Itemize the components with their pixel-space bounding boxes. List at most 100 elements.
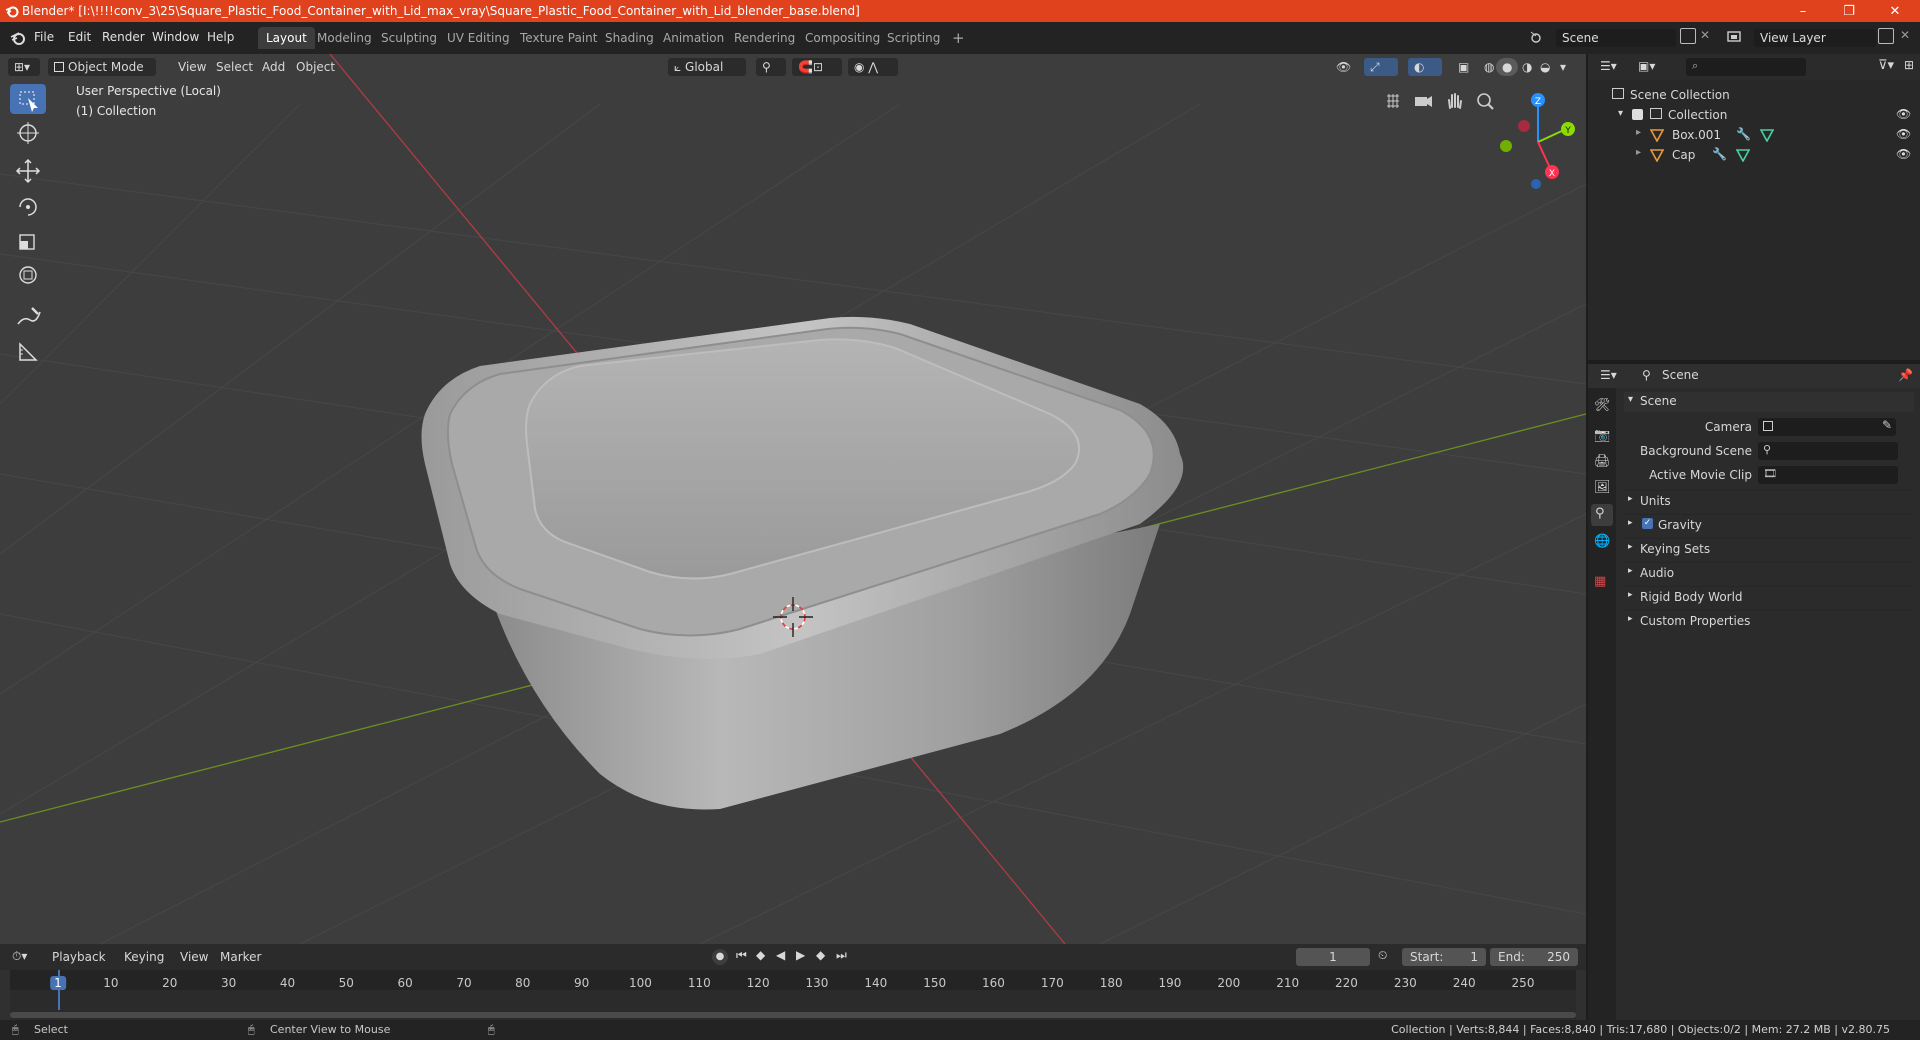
record-button[interactable]: ● — [712, 949, 728, 965]
tool-tab-icon[interactable]: 🛠 — [1594, 398, 1611, 413]
jump-to-keyframe-back-button[interactable]: ◆ — [756, 948, 765, 962]
pan-view-button[interactable] — [1441, 88, 1467, 114]
tab-layout[interactable]: Layout — [258, 27, 315, 49]
pivot-dropdown[interactable]: ⚲ — [756, 58, 786, 76]
mode-dropdown[interactable]: Object Mode — [48, 58, 156, 76]
output-tab-icon[interactable]: 🖨 — [1594, 454, 1611, 469]
new-scene-icon[interactable] — [1680, 28, 1696, 44]
outliner-row-collection[interactable]: ▾ Collection 👁 — [1588, 106, 1920, 126]
viewport-menu-object[interactable]: Object — [290, 58, 341, 76]
xray-toggle[interactable]: ▣ — [1452, 58, 1475, 76]
texture-tab-icon[interactable]: ▦ — [1594, 574, 1606, 589]
menu-file[interactable]: File — [34, 30, 54, 44]
editor-type-dropdown[interactable]: ⊞▾ — [8, 58, 40, 76]
keying-sets-panel[interactable]: ▸ Keying Sets — [1624, 538, 1914, 558]
rotate-tool[interactable] — [10, 192, 46, 222]
remove-view-layer-icon[interactable]: ✕ — [1900, 28, 1910, 42]
expand-arrow-icon[interactable]: ▸ — [1636, 147, 1641, 158]
gizmo-neg-y-axis[interactable] — [1500, 140, 1512, 152]
tab-modeling[interactable]: Modeling — [309, 27, 380, 49]
units-panel[interactable]: ▸ Units — [1624, 490, 1914, 510]
active-movie-clip-field[interactable]: 🎞 — [1758, 466, 1898, 484]
render-tab-icon[interactable]: 📷 — [1594, 428, 1610, 443]
scene-tab-icon[interactable]: ⚲ — [1591, 504, 1613, 526]
gravity-panel[interactable]: ▸ ✓ Gravity — [1624, 514, 1914, 534]
timeline-menu-marker[interactable]: Marker — [220, 950, 261, 964]
checkbox-checked-icon[interactable] — [1632, 109, 1643, 120]
timeline-scrollbar[interactable] — [10, 1012, 1576, 1018]
tab-rendering[interactable]: Rendering — [726, 27, 803, 49]
view-layer-field[interactable]: View Layer — [1754, 29, 1876, 47]
tab-animation[interactable]: Animation — [655, 27, 732, 49]
view-layer-icon[interactable] — [1726, 29, 1744, 45]
current-frame-field[interactable]: 1 — [1296, 948, 1370, 966]
timeline-editor-type-icon[interactable]: ⏱▾ — [12, 949, 27, 964]
scene-icon[interactable] — [1528, 29, 1544, 45]
add-workspace-button[interactable]: + — [944, 25, 973, 47]
camera-view-button[interactable] — [1410, 88, 1436, 114]
world-tab-icon[interactable]: 🌐 — [1594, 534, 1610, 549]
outliner-row-object[interactable]: ▸ Cap 🔧 👁 — [1588, 146, 1920, 166]
viewport-menu-add[interactable]: Add — [256, 58, 291, 76]
play-reverse-button[interactable]: ◀ — [776, 948, 785, 962]
tab-texture-paint[interactable]: Texture Paint — [512, 27, 605, 49]
outliner-row-object[interactable]: ▸ Box.001 🔧 👁 — [1588, 126, 1920, 146]
modifier-wrench-icon[interactable]: 🔧 — [1712, 147, 1727, 161]
viewport-menu-select[interactable]: Select — [210, 58, 259, 76]
navigation-gizmo[interactable]: Z Y X — [1490, 84, 1580, 194]
new-view-layer-icon[interactable] — [1878, 28, 1894, 44]
audio-panel[interactable]: ▸ Audio — [1624, 562, 1914, 582]
snap-toggle[interactable]: 🧲⊡ — [792, 58, 842, 76]
play-button[interactable]: ▶ — [796, 948, 805, 962]
outliner-search-input[interactable]: ⌕ — [1686, 58, 1806, 76]
properties-editor-type-icon[interactable]: ☰▾ — [1600, 368, 1617, 382]
start-frame-field[interactable]: Start: 1 — [1402, 948, 1486, 966]
new-collection-icon[interactable]: ⊞ — [1904, 58, 1914, 72]
tab-sculpting[interactable]: Sculpting — [373, 27, 445, 49]
view-layer-tab-icon[interactable]: 🖼 — [1594, 480, 1611, 495]
rigid-body-world-panel[interactable]: ▸ Rigid Body World — [1624, 586, 1914, 606]
remove-scene-icon[interactable]: ✕ — [1700, 28, 1710, 42]
timeline-menu-playback[interactable]: Playback — [46, 948, 112, 966]
collapse-arrow-icon[interactable]: ▾ — [1618, 108, 1623, 119]
mesh-data-icon[interactable] — [1736, 148, 1750, 162]
display-mode-dropdown[interactable]: ▣▾ — [1638, 59, 1655, 73]
scale-tool[interactable] — [10, 226, 46, 256]
gravity-checkbox-icon[interactable]: ✓ — [1642, 518, 1653, 529]
blender-menu-icon[interactable] — [10, 30, 26, 46]
restore-button[interactable]: ❐ — [1826, 0, 1872, 22]
gizmo-toggle[interactable]: ⤢ — [1364, 58, 1398, 76]
timeline-menu-view[interactable]: View — [180, 950, 208, 964]
preview-range-clock-icon[interactable]: ⏲ — [1378, 948, 1387, 963]
select-box-tool[interactable] — [10, 84, 46, 114]
visibility-eye-icon[interactable]: 👁 — [1896, 127, 1911, 141]
eyedropper-icon[interactable]: ✎ — [1882, 418, 1892, 432]
annotate-tool[interactable] — [10, 302, 46, 332]
tab-uv-editing[interactable]: UV Editing — [439, 27, 518, 49]
move-tool[interactable] — [10, 156, 46, 186]
end-frame-field[interactable]: End: 250 — [1490, 948, 1578, 966]
custom-properties-panel[interactable]: ▸ Custom Properties — [1624, 610, 1914, 630]
expand-arrow-icon[interactable]: ▸ — [1636, 127, 1641, 138]
modifier-wrench-icon[interactable]: 🔧 — [1736, 127, 1751, 141]
mesh-data-icon[interactable] — [1760, 128, 1774, 142]
viewport-scene[interactable] — [0, 54, 1586, 944]
tab-scripting[interactable]: Scripting — [879, 27, 948, 49]
jump-to-keyframe-forward-button[interactable]: ◆ — [816, 948, 825, 962]
visibility-eye-icon[interactable]: 👁 — [1896, 107, 1911, 121]
camera-field[interactable]: ✎ — [1758, 418, 1896, 436]
orientation-dropdown[interactable]: ⟀ Global — [668, 58, 746, 76]
tab-shading[interactable]: Shading — [597, 27, 662, 49]
close-button[interactable]: ✕ — [1872, 0, 1918, 22]
outliner-editor-type-icon[interactable]: ☰▾ — [1600, 59, 1617, 73]
minimize-button[interactable]: – — [1780, 0, 1826, 22]
visibility-eye-icon[interactable]: 👁 — [1896, 147, 1911, 161]
shading-options-dropdown[interactable]: ▾ — [1554, 58, 1572, 76]
scene-field[interactable]: Scene — [1556, 29, 1676, 47]
outliner-row-scene-collection[interactable]: Scene Collection — [1588, 86, 1920, 106]
filter-icon[interactable]: ⊽▾ — [1878, 58, 1894, 73]
pin-icon[interactable]: 📌 — [1898, 368, 1913, 382]
cursor-tool[interactable] — [10, 118, 46, 148]
overlay-toggle[interactable]: ◐ — [1408, 58, 1442, 76]
3d-viewport[interactable]: ⊞▾ Object Mode View Select Add Object ⟀ … — [0, 54, 1586, 944]
